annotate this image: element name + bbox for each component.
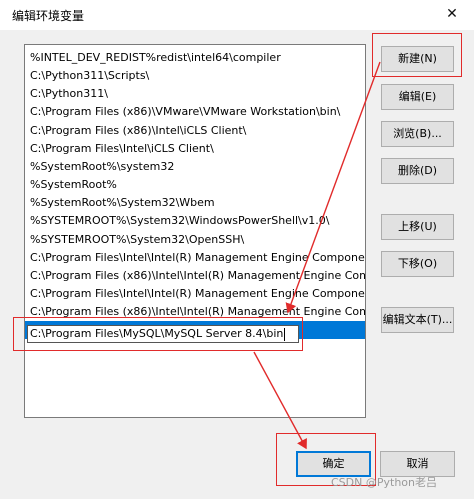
list-item[interactable]: %SystemRoot% <box>25 176 365 194</box>
window-title: 编辑环境变量 <box>12 9 85 23</box>
list-item[interactable]: %SYSTEMROOT%\System32\OpenSSH\ <box>25 231 365 249</box>
delete-button[interactable]: 删除(D) <box>381 158 454 184</box>
move-up-button[interactable]: 上移(U) <box>381 214 454 240</box>
annotation-box-new <box>372 33 462 77</box>
list-item[interactable]: %SystemRoot%\system32 <box>25 158 365 176</box>
browse-button[interactable]: 浏览(B)... <box>381 121 454 147</box>
edit-button[interactable]: 编辑(E) <box>381 84 454 110</box>
list-item[interactable]: C:\Program Files\Intel\Intel(R) Manageme… <box>25 285 365 303</box>
list-item[interactable]: C:\Program Files (x86)\VMware\VMware Wor… <box>25 103 365 121</box>
list-item[interactable]: %SystemRoot%\System32\Wbem <box>25 194 365 212</box>
list-item[interactable]: C:\Python311\ <box>25 85 365 103</box>
title-bar: 编辑环境变量 ✕ <box>0 0 474 30</box>
close-icon[interactable]: ✕ <box>437 2 467 26</box>
list-item[interactable]: C:\Program Files (x86)\Intel\Intel(R) Ma… <box>25 267 365 285</box>
list-item[interactable]: C:\Python311\Scripts\ <box>25 67 365 85</box>
path-list[interactable]: %INTEL_DEV_REDIST%redist\intel64\compile… <box>24 44 366 418</box>
list-item[interactable]: C:\Program Files\Intel\iCLS Client\ <box>25 140 365 158</box>
edit-text-button[interactable]: 编辑文本(T)... <box>381 307 454 333</box>
annotation-box-path <box>13 317 303 351</box>
list-item[interactable]: C:\Program Files (x86)\Intel\iCLS Client… <box>25 122 365 140</box>
list-item[interactable]: C:\Program Files\Intel\Intel(R) Manageme… <box>25 249 365 267</box>
list-item[interactable]: %SYSTEMROOT%\System32\WindowsPowerShell\… <box>25 212 365 230</box>
list-item[interactable]: %INTEL_DEV_REDIST%redist\intel64\compile… <box>25 49 365 67</box>
watermark: CSDN @Python老吕 <box>331 476 437 489</box>
move-down-button[interactable]: 下移(O) <box>381 251 454 277</box>
